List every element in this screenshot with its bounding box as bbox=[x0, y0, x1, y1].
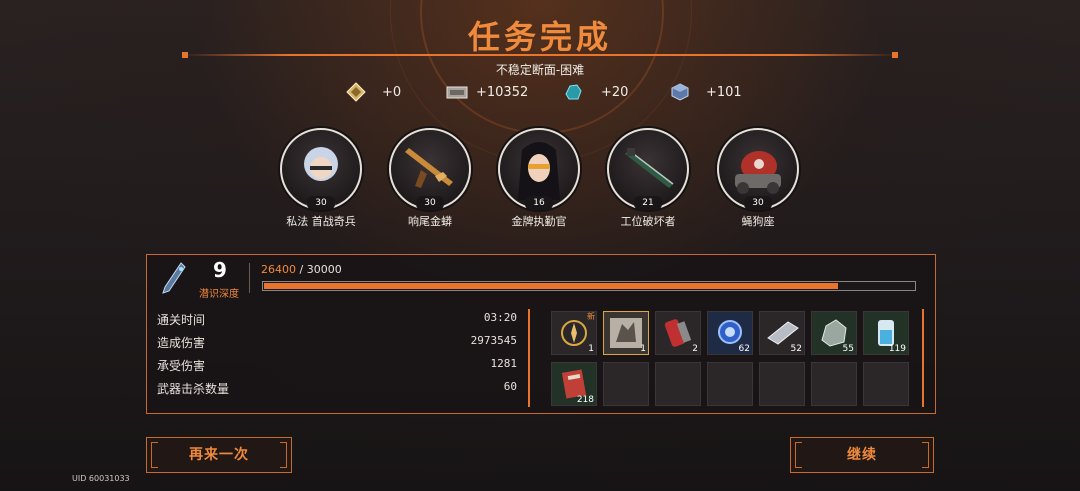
squad-list: 30 私法 首战奇兵 30 响尾金蟒 16 金牌执勤官 21 工位破坏者 30 … bbox=[0, 128, 1080, 238]
continue-button[interactable]: 继续 bbox=[790, 437, 934, 473]
character-card[interactable]: 30 响尾金蟒 bbox=[382, 128, 478, 229]
xp-text: 26400 / 30000 bbox=[261, 263, 342, 276]
divider-dot-right bbox=[892, 52, 898, 58]
item-grid: 新 1 1 2 62 52 55 119 218 bbox=[551, 311, 913, 407]
stat-label: 通关时间 bbox=[157, 313, 206, 327]
item-count: 52 bbox=[790, 344, 802, 354]
item-count: 218 bbox=[576, 395, 594, 405]
reward-ore-value: +20 bbox=[601, 84, 629, 100]
mission-complete-title: 任务完成 bbox=[467, 18, 612, 56]
item-count: 55 bbox=[842, 344, 854, 354]
reward-ore: +20 bbox=[563, 80, 628, 104]
character-level: 21 bbox=[634, 196, 662, 210]
reward-cube: +101 bbox=[670, 80, 742, 104]
stat-row: 造成伤害 2973545 bbox=[157, 334, 517, 357]
reward-cube-value: +101 bbox=[706, 84, 742, 100]
cash-bundle-icon bbox=[446, 86, 468, 99]
depth-blade-icon bbox=[162, 262, 186, 294]
reward-cash-value: +10352 bbox=[476, 84, 529, 100]
empty-slot bbox=[655, 362, 701, 406]
item-slot[interactable]: 218 bbox=[551, 362, 597, 406]
character-level: 16 bbox=[525, 196, 553, 210]
retry-button[interactable]: 再来一次 bbox=[146, 437, 292, 473]
stat-row: 通关时间 03:20 bbox=[157, 311, 517, 334]
depth-box: 9 潜识深度 bbox=[147, 255, 247, 300]
divider-dot-left bbox=[182, 52, 188, 58]
reward-bar: +0 +10352 +20 +101 bbox=[0, 80, 1080, 104]
character-card[interactable]: 30 私法 首战奇兵 bbox=[273, 128, 369, 229]
stage-name: 不稳定断面-困难 bbox=[495, 63, 585, 77]
title-divider bbox=[182, 52, 898, 58]
depth-label: 潜识深度 bbox=[199, 289, 239, 300]
character-name: 工位破坏者 bbox=[620, 215, 676, 228]
item-slot[interactable]: 新 1 bbox=[551, 311, 597, 355]
result-panel: 9 潜识深度 26400 / 30000 通关时间 03:20 造成伤害 29735… bbox=[146, 254, 936, 414]
character-level: 30 bbox=[416, 196, 444, 210]
item-slot[interactable]: 55 bbox=[811, 311, 857, 355]
reward-cash: +10352 bbox=[446, 80, 528, 104]
items-scrollbar[interactable] bbox=[922, 309, 924, 407]
character-name: 金牌执勤官 bbox=[511, 215, 567, 228]
depth-value: 9 bbox=[213, 258, 227, 282]
item-count: 2 bbox=[692, 344, 698, 354]
character-card[interactable]: 21 工位破坏者 bbox=[600, 128, 696, 229]
reward-gold: +0 bbox=[346, 80, 401, 104]
stat-label: 承受伤害 bbox=[157, 359, 206, 373]
xp-progress-fill bbox=[264, 283, 838, 289]
xp-progress-bar bbox=[262, 281, 916, 291]
stat-value: 2973545 bbox=[470, 334, 517, 347]
new-badge: 新 bbox=[587, 312, 595, 321]
stat-value: 60 bbox=[503, 380, 517, 393]
depth-divider bbox=[249, 263, 250, 293]
item-slot[interactable]: 1 bbox=[603, 311, 649, 355]
reward-gold-value: +0 bbox=[382, 84, 402, 100]
item-slot[interactable]: 2 bbox=[655, 311, 701, 355]
character-name: 私法 首战奇兵 bbox=[286, 215, 356, 228]
teal-ore-icon bbox=[565, 84, 582, 100]
character-name: 蝇狗座 bbox=[741, 215, 775, 228]
empty-slot bbox=[811, 362, 857, 406]
character-level: 30 bbox=[307, 196, 335, 210]
gold-crystal-icon bbox=[346, 82, 366, 102]
item-count: 1 bbox=[588, 344, 594, 354]
empty-slot bbox=[759, 362, 805, 406]
empty-slot bbox=[863, 362, 909, 406]
xp-current: 26400 bbox=[261, 263, 296, 276]
item-slot[interactable]: 52 bbox=[759, 311, 805, 355]
stat-value: 1281 bbox=[490, 357, 518, 370]
stats-list: 通关时间 03:20 造成伤害 2973545 承受伤害 1281 武器击杀数量 60 bbox=[157, 311, 517, 403]
item-count: 119 bbox=[888, 344, 906, 354]
item-count: 62 bbox=[738, 344, 750, 354]
user-id: UID 60031033 bbox=[72, 474, 130, 483]
character-level: 30 bbox=[744, 196, 772, 210]
item-slot[interactable]: 119 bbox=[863, 311, 909, 355]
stat-row: 武器击杀数量 60 bbox=[157, 380, 517, 403]
empty-slot bbox=[707, 362, 753, 406]
character-card[interactable]: 16 金牌执勤官 bbox=[491, 128, 587, 229]
xp-max: 30000 bbox=[306, 263, 342, 276]
empty-slot bbox=[603, 362, 649, 406]
stat-label: 武器击杀数量 bbox=[157, 382, 230, 396]
stat-label: 造成伤害 bbox=[157, 336, 206, 350]
xp-separator: / bbox=[296, 263, 307, 276]
stat-value: 03:20 bbox=[483, 311, 517, 324]
stat-row: 承受伤害 1281 bbox=[157, 357, 517, 380]
panel-divider bbox=[528, 309, 530, 407]
blue-cube-icon bbox=[671, 83, 689, 101]
item-count: 1 bbox=[640, 344, 646, 354]
item-slot[interactable]: 62 bbox=[707, 311, 753, 355]
character-card[interactable]: 30 蝇狗座 bbox=[710, 128, 806, 229]
character-name: 响尾金蟒 bbox=[408, 215, 452, 228]
